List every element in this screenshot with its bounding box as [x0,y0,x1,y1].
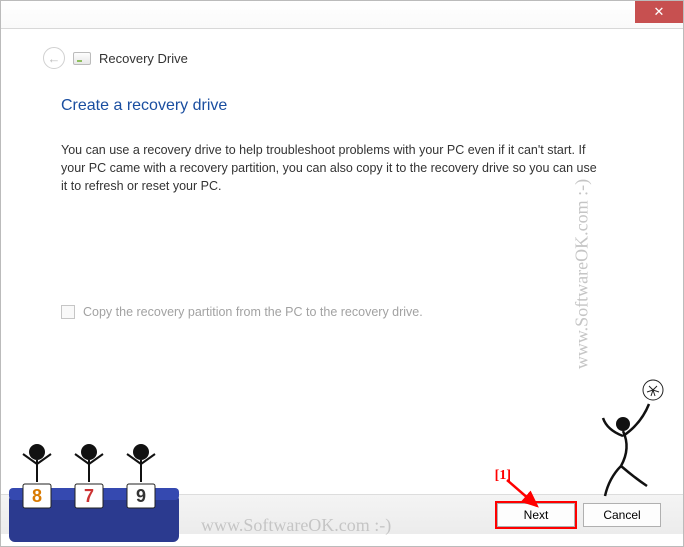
checkbox-box [61,305,75,319]
drive-icon [73,52,91,65]
annotation-label: [1] [495,468,511,484]
wizard-header: ← Recovery Drive [1,29,683,79]
next-button[interactable]: Next [497,503,575,527]
close-button[interactable]: ✕ [635,1,683,23]
close-icon: ✕ [654,4,665,20]
back-button: ← [43,47,65,69]
button-bar: Next Cancel [1,494,683,534]
back-arrow-icon: ← [48,51,61,66]
content-area: Create a recovery drive You can use a re… [1,79,683,319]
page-heading: Create a recovery drive [61,97,623,115]
titlebar: ✕ [1,1,683,29]
body-text: You can use a recovery drive to help tro… [61,141,601,195]
soccer-graphic [601,378,671,498]
wizard-title: Recovery Drive [99,51,188,66]
cancel-button[interactable]: Cancel [583,503,661,527]
copy-partition-checkbox: Copy the recovery partition from the PC … [61,305,623,319]
checkbox-label: Copy the recovery partition from the PC … [83,305,423,319]
